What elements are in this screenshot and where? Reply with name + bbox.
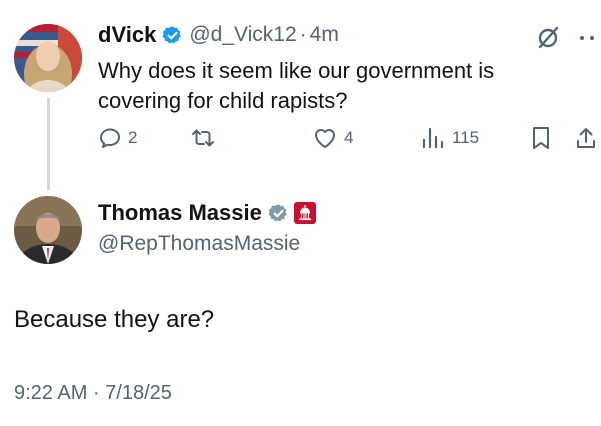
government-verified-icon [268, 203, 287, 221]
views-count: 115 [452, 128, 480, 147]
tweet1-header: dVick @d_Vick12 · 4m [98, 22, 339, 48]
author-handle[interactable]: @RepThomasMassie [98, 232, 300, 256]
tweet2-header: Thomas Massie [98, 200, 316, 226]
views-icon [422, 127, 444, 149]
avatar-thomas-massie[interactable] [14, 196, 82, 264]
reply-count: 2 [128, 128, 138, 147]
views-button[interactable]: 115 [420, 126, 479, 150]
bookmark-icon [533, 127, 549, 149]
separator-dot: · [299, 23, 307, 46]
retweet-button[interactable] [190, 126, 216, 150]
author-name[interactable]: Thomas Massie [98, 200, 262, 226]
tweet-time[interactable]: 4m [310, 23, 339, 47]
retweet-icon [192, 129, 214, 147]
more-icon[interactable] [576, 24, 600, 50]
share-icon [577, 128, 595, 148]
tweet1-text: Why does it seem like our government is … [98, 58, 495, 113]
reply-icon [100, 128, 120, 148]
thread-connector-line [47, 98, 50, 190]
like-button[interactable]: 4 [312, 126, 353, 150]
verified-badge-icon [162, 25, 182, 43]
grok-icon[interactable] [535, 24, 561, 50]
capitol-affiliate-icon[interactable] [293, 202, 316, 224]
avatar-dvick[interactable] [14, 24, 82, 92]
share-button[interactable] [575, 126, 597, 150]
author-handle[interactable]: @d_Vick12 [189, 23, 296, 47]
like-count: 4 [344, 128, 354, 147]
reply-button[interactable]: 2 [98, 126, 137, 150]
bookmark-button[interactable] [530, 126, 552, 150]
tweet-timestamp[interactable]: 9:22 AM · 7/18/25 [14, 382, 172, 405]
tweet2-text: Because they are? [14, 306, 215, 333]
heart-icon [315, 129, 335, 148]
author-name[interactable]: dVick [98, 22, 156, 48]
